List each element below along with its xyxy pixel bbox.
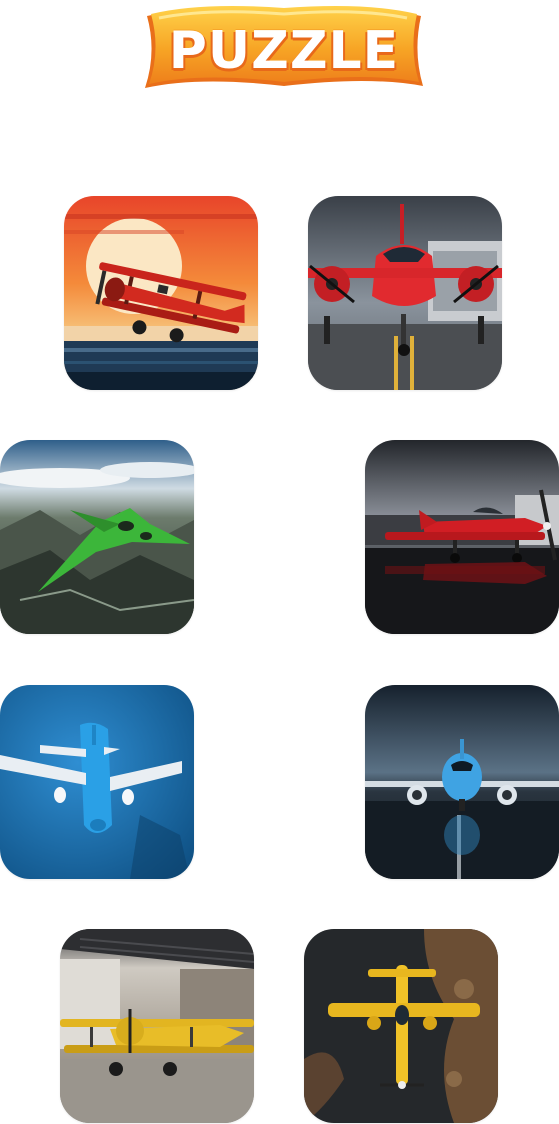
title-banner: PUZZLE <box>139 2 429 98</box>
red-racer-runway-image <box>365 440 559 634</box>
puzzle-tile-red-racer-runway[interactable] <box>365 440 559 634</box>
blue-airliner-storm-image <box>365 685 559 879</box>
puzzle-tile-green-jet-mountains[interactable] <box>0 440 194 634</box>
page-title: PUZZLE <box>168 21 400 81</box>
puzzle-tile-red-biplane-sunset[interactable] <box>64 196 258 390</box>
yellow-biplane-hangar-image <box>60 929 254 1123</box>
blue-airliner-ocean-image <box>0 685 194 879</box>
yellow-plane-overhead-image <box>304 929 498 1123</box>
red-twin-prop-hangar-image <box>308 196 502 390</box>
puzzle-tile-blue-airliner-storm[interactable] <box>365 685 559 879</box>
puzzle-tile-red-twin-prop-hangar[interactable] <box>308 196 502 390</box>
green-jet-mountains-image <box>0 440 194 634</box>
puzzle-tile-yellow-biplane-hangar[interactable] <box>60 929 254 1123</box>
red-biplane-sunset-image <box>64 196 258 390</box>
puzzle-tile-yellow-plane-overhead[interactable] <box>304 929 498 1123</box>
puzzle-tile-blue-airliner-ocean[interactable] <box>0 685 194 879</box>
